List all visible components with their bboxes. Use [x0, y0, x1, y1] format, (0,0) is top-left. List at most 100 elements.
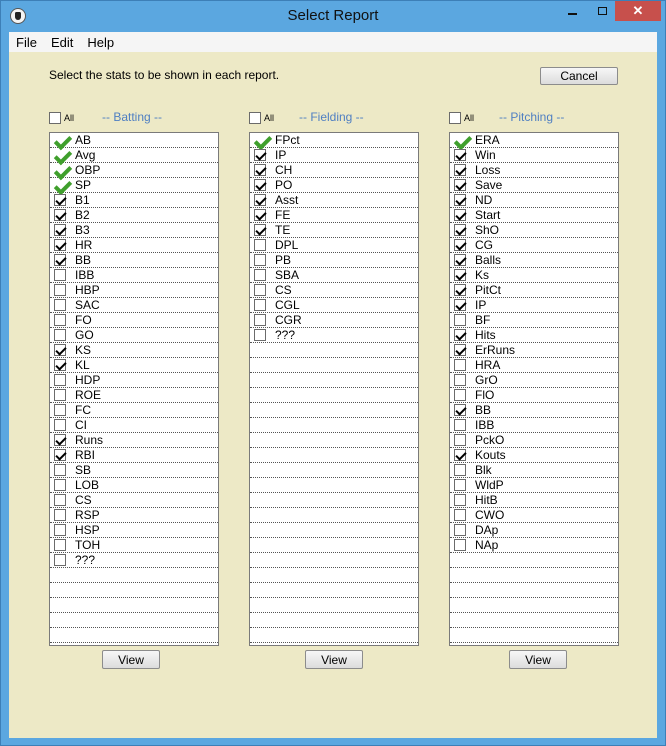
stat-checkbox[interactable] — [54, 434, 66, 446]
stat-row[interactable]: BB — [450, 403, 618, 418]
stat-row[interactable]: PB — [250, 253, 418, 268]
stat-checkbox[interactable] — [254, 329, 266, 341]
stat-row[interactable]: IBB — [450, 418, 618, 433]
stat-row[interactable]: B1 — [50, 193, 218, 208]
stat-checkbox[interactable] — [254, 269, 266, 281]
stat-row[interactable]: Asst — [250, 193, 418, 208]
stat-checkbox[interactable] — [54, 284, 66, 296]
stat-row[interactable]: SP — [50, 178, 218, 193]
stat-row[interactable]: B2 — [50, 208, 218, 223]
stat-row[interactable]: WldP — [450, 478, 618, 493]
stat-row[interactable]: Blk — [450, 463, 618, 478]
stat-checkbox[interactable] — [54, 389, 66, 401]
stat-row[interactable]: B3 — [50, 223, 218, 238]
maximize-button[interactable] — [589, 1, 615, 21]
stat-row[interactable]: FPct — [250, 133, 418, 148]
menu-edit[interactable]: Edit — [44, 35, 80, 50]
stat-checkbox[interactable] — [454, 314, 466, 326]
stat-row[interactable]: HR — [50, 238, 218, 253]
stat-checkbox[interactable] — [54, 464, 66, 476]
stat-row[interactable]: CS — [250, 283, 418, 298]
stat-row[interactable]: HBP — [50, 283, 218, 298]
stat-checkbox[interactable] — [254, 299, 266, 311]
stat-row[interactable]: BF — [450, 313, 618, 328]
stat-row[interactable]: ROE — [50, 388, 218, 403]
stat-row[interactable]: CI — [50, 418, 218, 433]
stat-checkbox[interactable] — [254, 164, 266, 176]
stat-checkbox[interactable] — [54, 254, 66, 266]
stat-row[interactable]: CG — [450, 238, 618, 253]
minimize-button[interactable] — [555, 1, 589, 21]
stat-checkbox[interactable] — [54, 269, 66, 281]
close-button[interactable]: ✕ — [615, 1, 661, 21]
stat-checkbox[interactable] — [454, 284, 466, 296]
stat-row[interactable]: IP — [450, 298, 618, 313]
stat-checkbox[interactable] — [54, 449, 66, 461]
stat-checkbox[interactable] — [454, 464, 466, 476]
pitching-list[interactable]: ERA Win Loss Save ND Start ShO CG Balls Ks PitCt IP… — [449, 132, 619, 646]
stat-row[interactable]: ND — [450, 193, 618, 208]
title-bar[interactable]: Select Report ✕ — [1, 1, 665, 32]
stat-row[interactable]: Win — [450, 148, 618, 163]
stat-checkbox[interactable] — [454, 179, 466, 191]
stat-checkbox[interactable] — [54, 404, 66, 416]
stat-row[interactable]: ??? — [250, 328, 418, 343]
stat-row[interactable]: GrO — [450, 373, 618, 388]
stat-checkbox[interactable] — [454, 224, 466, 236]
stat-row[interactable]: ERA — [450, 133, 618, 148]
stat-checkbox[interactable] — [54, 494, 66, 506]
stat-row[interactable]: Ks — [450, 268, 618, 283]
stat-row[interactable]: KS — [50, 343, 218, 358]
stat-row[interactable]: Start — [450, 208, 618, 223]
default-check-icon[interactable] — [54, 149, 66, 161]
stat-row[interactable]: Kouts — [450, 448, 618, 463]
default-check-icon[interactable] — [454, 134, 466, 146]
stat-checkbox[interactable] — [454, 149, 466, 161]
stat-row[interactable]: HDP — [50, 373, 218, 388]
stat-checkbox[interactable] — [54, 239, 66, 251]
stat-checkbox[interactable] — [54, 329, 66, 341]
stat-checkbox[interactable] — [454, 344, 466, 356]
stat-row[interactable]: Avg — [50, 148, 218, 163]
stat-row[interactable]: HRA — [450, 358, 618, 373]
stat-checkbox[interactable] — [254, 194, 266, 206]
stat-row[interactable]: SBA — [250, 268, 418, 283]
stat-row[interactable]: CS — [50, 493, 218, 508]
stat-checkbox[interactable] — [454, 164, 466, 176]
stat-checkbox[interactable] — [54, 194, 66, 206]
stat-checkbox[interactable] — [54, 224, 66, 236]
stat-row[interactable]: FC — [50, 403, 218, 418]
stat-checkbox[interactable] — [454, 494, 466, 506]
stat-row[interactable]: FO — [50, 313, 218, 328]
stat-row[interactable]: ShO — [450, 223, 618, 238]
stat-row[interactable]: CH — [250, 163, 418, 178]
stat-row[interactable]: FlO — [450, 388, 618, 403]
stat-row[interactable]: HSP — [50, 523, 218, 538]
fielding-list[interactable]: FPct IP CH PO Asst FE TE DPL PB SBA CS CGL CGR??? — [249, 132, 419, 646]
stat-row[interactable]: AB — [50, 133, 218, 148]
stat-row[interactable]: DAp — [450, 523, 618, 538]
pitching-all-checkbox[interactable] — [449, 112, 461, 124]
stat-row[interactable]: IBB — [50, 268, 218, 283]
stat-checkbox[interactable] — [454, 434, 466, 446]
fielding-all-checkbox[interactable] — [249, 112, 261, 124]
stat-row[interactable]: SB — [50, 463, 218, 478]
stat-row[interactable]: PckO — [450, 433, 618, 448]
pitching-all-toggle[interactable]: All — [449, 111, 474, 125]
stat-checkbox[interactable] — [454, 449, 466, 461]
stat-checkbox[interactable] — [54, 509, 66, 521]
stat-checkbox[interactable] — [254, 254, 266, 266]
stat-row[interactable]: IP — [250, 148, 418, 163]
stat-checkbox[interactable] — [454, 299, 466, 311]
stat-checkbox[interactable] — [454, 269, 466, 281]
batting-view-button[interactable]: View — [102, 650, 160, 669]
stat-checkbox[interactable] — [54, 314, 66, 326]
stat-row[interactable]: PO — [250, 178, 418, 193]
stat-checkbox[interactable] — [454, 539, 466, 551]
stat-checkbox[interactable] — [54, 419, 66, 431]
stat-row[interactable]: ErRuns — [450, 343, 618, 358]
stat-row[interactable]: SAC — [50, 298, 218, 313]
stat-row[interactable]: CGL — [250, 298, 418, 313]
stat-checkbox[interactable] — [454, 329, 466, 341]
stat-checkbox[interactable] — [54, 299, 66, 311]
